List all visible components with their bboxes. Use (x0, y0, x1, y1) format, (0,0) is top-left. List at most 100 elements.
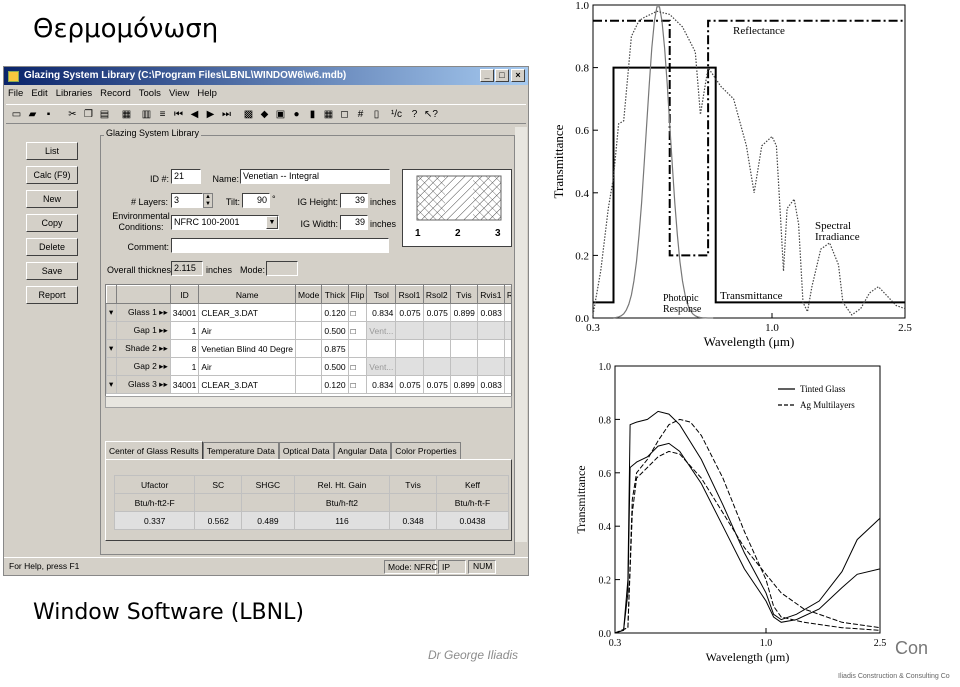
menu-help[interactable]: Help (193, 86, 221, 99)
paste-icon[interactable]: ▤ (98, 108, 111, 121)
prev-record-icon[interactable]: ◀ (188, 108, 201, 121)
copy-icon[interactable]: ❐ (82, 108, 95, 121)
layers-table-cell[interactable]: 0.075 (422, 303, 451, 322)
layers-table-cell[interactable]: Venetian Blind 40 Degre (198, 339, 297, 358)
new-button[interactable]: New (26, 190, 78, 208)
layers-table-cell[interactable]: 0.875 (321, 339, 349, 358)
vertical-scrollbar[interactable] (515, 127, 527, 542)
layers-table-cell[interactable]: Gap 1 ▸▸ (116, 321, 171, 340)
layers-spinner[interactable]: ▲ ▼ (203, 193, 213, 208)
layers-table-cell[interactable]: Glass 3 ▸▸ (116, 375, 171, 394)
tab-optical-data[interactable]: Optical Data (278, 442, 334, 459)
layers-table-cell[interactable] (366, 339, 397, 358)
menu-tools[interactable]: Tools (135, 86, 165, 99)
save-disk-icon[interactable]: ▪ (42, 108, 55, 121)
layers-table-cell[interactable] (395, 339, 424, 358)
last-record-icon[interactable]: ⏭ (220, 108, 233, 121)
layers-table-cell[interactable]: ▾ (106, 303, 118, 322)
tab-center-of-glass[interactable]: Center of Glass Results (105, 441, 203, 459)
layers-table-cell[interactable] (295, 321, 323, 340)
tilt-field[interactable]: 90 (242, 193, 270, 208)
tab-color-properties[interactable]: Color Properties (391, 442, 461, 459)
layers-table-cell[interactable] (476, 339, 505, 358)
maximize-button[interactable]: □ (495, 69, 509, 82)
layers-table-cell[interactable]: Glass 1 ▸▸ (116, 303, 171, 322)
layers-table-cell[interactable] (422, 339, 451, 358)
layers-table-cell[interactable]: 0.899 (449, 303, 478, 322)
layers-table-cell[interactable]: 0.120 (321, 303, 349, 322)
layers-table-cell[interactable]: 8 (169, 339, 200, 358)
delete-button[interactable]: Delete (26, 238, 78, 256)
layers-table-cell[interactable]: 1 (169, 321, 200, 340)
layers-table-cell[interactable] (106, 321, 118, 340)
layers-table-cell[interactable]: Air (198, 321, 297, 340)
env-conditions-select[interactable]: NFRC 100-2001 (171, 215, 279, 230)
menu-libraries[interactable]: Libraries (52, 86, 96, 99)
list-button[interactable]: List (26, 142, 78, 160)
layers-table-cell[interactable]: 0.834 (366, 303, 397, 322)
units-icon[interactable]: ¹/c (390, 108, 403, 121)
copy-button[interactable]: Copy (26, 214, 78, 232)
calc-button[interactable]: Calc (F9) (26, 166, 78, 184)
report-button[interactable]: Report (26, 286, 78, 304)
layers-table-cell[interactable]: 0.075 (422, 375, 451, 394)
list-view-icon[interactable]: ≡ (156, 108, 169, 121)
context-help-icon[interactable]: ↖? (424, 108, 438, 121)
layers-table-cell[interactable]: 0.120 (321, 375, 349, 394)
tab-temperature-data[interactable]: Temperature Data (202, 442, 279, 459)
layers-table-cell[interactable] (295, 375, 323, 394)
layers-table-cell[interactable] (295, 339, 323, 358)
next-record-icon[interactable]: ▶ (204, 108, 217, 121)
cut-icon[interactable]: ✂ (66, 108, 79, 121)
layers-table-cell[interactable] (395, 357, 424, 376)
layers-table-cell[interactable]: 0.083 (476, 375, 505, 394)
close-button[interactable]: × (511, 69, 525, 82)
layers-table-cell[interactable]: 34001 (169, 375, 200, 394)
spacer-icon[interactable]: ▯ (370, 108, 383, 121)
layers-table-cell[interactable]: □ (347, 357, 368, 376)
layers-table-cell[interactable]: Vent... (366, 357, 397, 376)
layers-table-cell[interactable] (503, 321, 511, 340)
layers-table-cell[interactable]: □ (347, 303, 368, 322)
minimize-button[interactable]: _ (480, 69, 494, 82)
layers-table-cell[interactable] (295, 303, 323, 322)
layers-table-row[interactable]: ▾ Shade 2 ▸▸ 8 Venetian Blind 40 Degre 0.875 (106, 339, 511, 358)
menu-view[interactable]: View (165, 86, 193, 99)
thermal-icon[interactable]: ● (290, 108, 303, 121)
layers-table-cell[interactable]: Shade 2 ▸▸ (116, 339, 171, 358)
layers-table-cell[interactable] (503, 357, 511, 376)
layers-table-cell[interactable]: 1 (169, 357, 200, 376)
divider-icon[interactable]: ◻ (338, 108, 351, 121)
layers-table-cell[interactable]: □ (347, 321, 368, 340)
glass-library-icon[interactable]: ▩ (242, 108, 255, 121)
layers-table-cell[interactable] (476, 321, 505, 340)
layers-table-cell[interactable] (422, 321, 451, 340)
layers-table-cell[interactable]: 0.083 (476, 303, 505, 322)
layers-table-row[interactable]: Gap 2 ▸▸ 1 Air 0.500 □ Vent... (106, 357, 511, 376)
first-record-icon[interactable]: ⏮ (172, 108, 185, 121)
new-file-icon[interactable]: ▭ (10, 108, 23, 121)
menu-edit[interactable]: Edit (27, 86, 51, 99)
layers-table-cell[interactable] (503, 339, 511, 358)
layers-table-cell[interactable] (449, 339, 478, 358)
layers-table-cell[interactable]: 0.834 (366, 375, 397, 394)
gas-library-icon[interactable]: ◆ (258, 108, 271, 121)
layers-table-cell[interactable] (106, 357, 118, 376)
layers-table-cell[interactable] (295, 357, 323, 376)
help-icon[interactable]: ? (408, 108, 421, 121)
grid-view-icon[interactable]: ▥ (140, 108, 153, 121)
layers-table-cell[interactable]: CLEAR_3.DAT (198, 375, 297, 394)
chevron-down-icon[interactable]: ▼ (266, 216, 278, 229)
comment-field[interactable] (171, 238, 389, 253)
layers-table-cell[interactable] (347, 339, 368, 358)
layers-table-cell[interactable]: 0.899 (449, 375, 478, 394)
open-folder-icon[interactable]: ▰ (26, 108, 39, 121)
save-button[interactable]: Save (26, 262, 78, 280)
layers-table-cell[interactable]: 0.500 (321, 321, 349, 340)
horizontal-scrollbar[interactable] (105, 396, 512, 408)
layers-table-cell[interactable]: □ (347, 375, 368, 394)
tab-angular-data[interactable]: Angular Data (333, 442, 392, 459)
menu-record[interactable]: Record (96, 86, 135, 99)
layers-table-cell[interactable]: ▾ (106, 339, 118, 358)
window-titlebar[interactable]: Glazing System Library (C:\Program Files… (4, 67, 528, 85)
